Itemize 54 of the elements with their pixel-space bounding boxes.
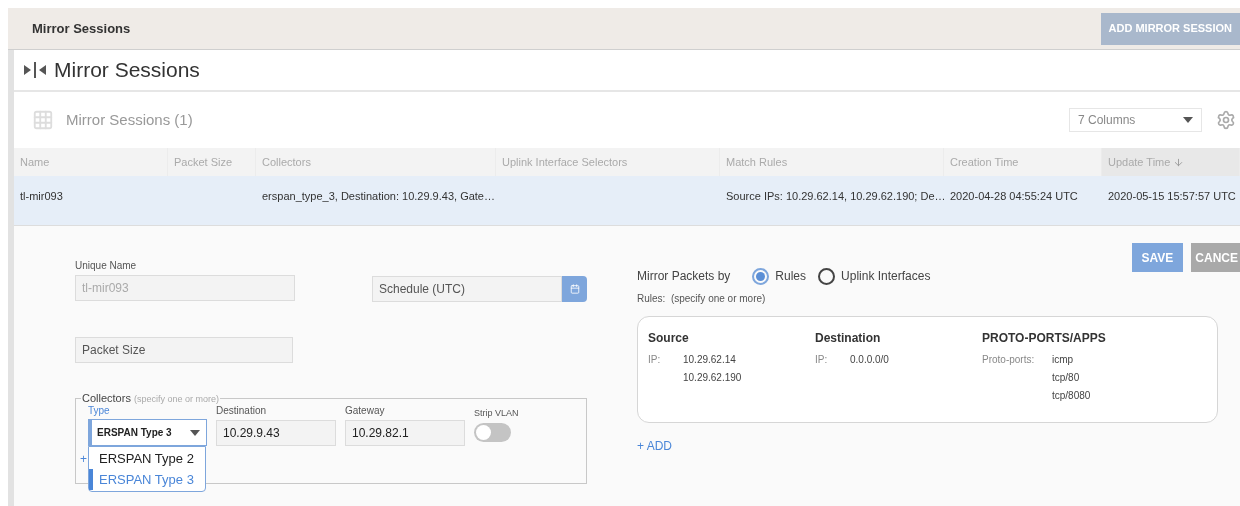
- table-title: Mirror Sessions (1): [66, 109, 193, 130]
- caret-icon: [190, 429, 200, 436]
- panel-title: Mirror Sessions: [54, 57, 200, 84]
- table-row[interactable]: tl-mir093 erspan_type_3, Destination: 10.29.9.43, Gate… Source IPs: 10.29.62.14, 10.29.62.190; De… 2020-04-28 04:55:24 UTC 2020-05-15 15:57:57 UTC: [14, 176, 1240, 226]
- input-field[interactable]: 10.29.9.43: [216, 420, 336, 446]
- rule-value: icmp: [1052, 353, 1075, 367]
- dropdown-option[interactable]: ERSPAN Type 2: [89, 448, 205, 469]
- calendar-icon: [569, 284, 580, 294]
- field-label: Gateway: [345, 405, 386, 417]
- rule-value: tcp/8080: [1052, 389, 1091, 403]
- table-cell: erspan_type_3, Destination: 10.29.9.43, Gate…: [262, 190, 495, 202]
- rule-key: IP:: [648, 351, 683, 387]
- mirror-icon: [24, 62, 46, 78]
- mirror-by-label: Mirror Packets by: [637, 268, 731, 285]
- rule-value: 10.29.62.190: [683, 371, 742, 385]
- field-label: Type: [88, 405, 111, 417]
- rule-value: 0.0.0.0/0: [850, 353, 889, 367]
- rule-column-title: PROTO-PORTS/APPS: [982, 331, 1107, 346]
- settings-icon[interactable]: [1216, 110, 1236, 130]
- collectors-legend: Collectors: [82, 391, 131, 405]
- cancel-button[interactable]: CANCE: [1191, 243, 1240, 272]
- table-cell: 2020-04-28 04:55:24 UTC: [950, 190, 1078, 202]
- save-button[interactable]: SAVE: [1131, 243, 1184, 272]
- table-cell: 2020-05-15 15:57:57 UTC: [1108, 190, 1236, 202]
- table-cell: tl-mir093: [20, 190, 63, 202]
- column-header[interactable]: Update Time: [1102, 148, 1240, 176]
- rule-value: 10.29.62.14: [683, 353, 737, 367]
- radio-option[interactable]: Uplink Interfaces: [818, 267, 931, 285]
- rules-label: Rules: (specify one or more): [637, 292, 767, 306]
- radio-option[interactable]: Rules: [752, 267, 807, 285]
- field-label: Strip VLAN: [474, 408, 519, 419]
- columns-select[interactable]: 7 Columns: [1069, 108, 1202, 132]
- field-label: Destination: [216, 405, 268, 417]
- rule-column-title: Source: [648, 331, 690, 346]
- sort-arrow-icon: [1173, 156, 1185, 168]
- grid-icon: [32, 109, 54, 131]
- input-field[interactable]: Schedule (UTC): [372, 276, 562, 302]
- calendar-button[interactable]: [562, 276, 587, 302]
- rule-column-title: Destination: [815, 331, 882, 346]
- collectors-hint: (specify one or more): [133, 393, 219, 406]
- field-label: Unique Name: [75, 260, 138, 272]
- rule-value: tcp/80: [1052, 371, 1081, 385]
- add-collector-link[interactable]: +: [80, 450, 87, 468]
- page-title: Mirror Sessions: [32, 19, 131, 38]
- input-field[interactable]: Packet Size: [75, 337, 293, 363]
- strip-vlan-toggle[interactable]: [474, 423, 511, 442]
- type-select[interactable]: ERSPAN Type 3: [88, 419, 207, 446]
- dropdown-option[interactable]: ERSPAN Type 3: [89, 469, 205, 490]
- rule-key: Proto-ports:: [982, 351, 1052, 405]
- add-rule-link[interactable]: + ADD: [637, 437, 672, 455]
- rule-key: IP:: [815, 351, 850, 369]
- caret-icon: [1183, 117, 1193, 123]
- table-cell: Source IPs: 10.29.62.14, 10.29.62.190; De…: [726, 190, 946, 202]
- input-field[interactable]: 10.29.82.1: [345, 420, 465, 446]
